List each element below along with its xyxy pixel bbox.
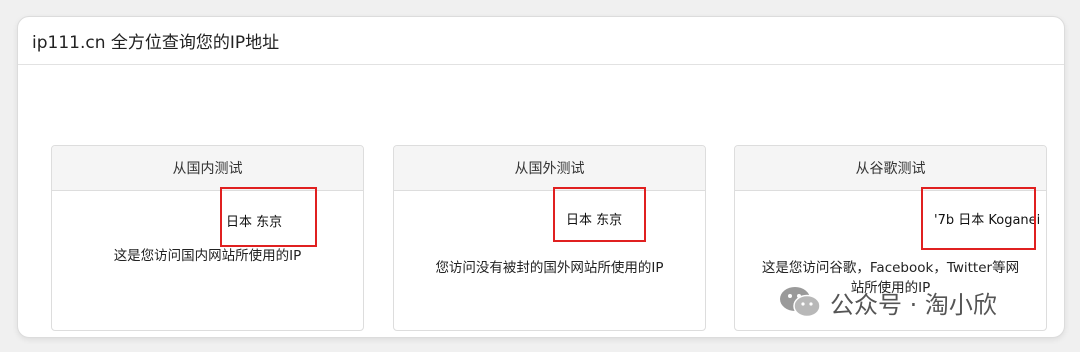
highlight-box: [220, 187, 317, 247]
card-note: 这是您访问国内网站所使用的IP: [113, 248, 302, 264]
page-title: ip111.cn 全方位查询您的IP地址: [32, 33, 280, 53]
highlight-box: [921, 187, 1036, 250]
domestic-test-card: 从国内测试 日本 东京 这是您访问国内网站所使用的IP: [51, 145, 364, 331]
wechat-icon: [778, 284, 822, 320]
card-title: 从谷歌测试: [735, 146, 1046, 191]
card-title-text: 从谷歌测试: [855, 161, 926, 177]
card-note: 您访问没有被封的国外网站所使用的IP: [435, 260, 664, 276]
card-note-line-1: 这是您访问谷歌，Facebook，Twitter等网: [761, 260, 1020, 276]
card-title: 从国内测试: [52, 146, 363, 191]
watermark-text: 公众号 · 淘小欣: [830, 290, 997, 319]
foreign-test-card: 从国外测试 日本 东京 您访问没有被封的国外网站所使用的IP: [393, 145, 706, 331]
watermark: 公众号 · 淘小欣: [778, 284, 997, 320]
card-title-text: 从国外测试: [514, 161, 585, 177]
card-title-text: 从国内测试: [172, 161, 243, 177]
card-title: 从国外测试: [394, 146, 705, 191]
highlight-box: [553, 187, 646, 242]
page-header: ip111.cn 全方位查询您的IP地址: [18, 17, 1064, 65]
